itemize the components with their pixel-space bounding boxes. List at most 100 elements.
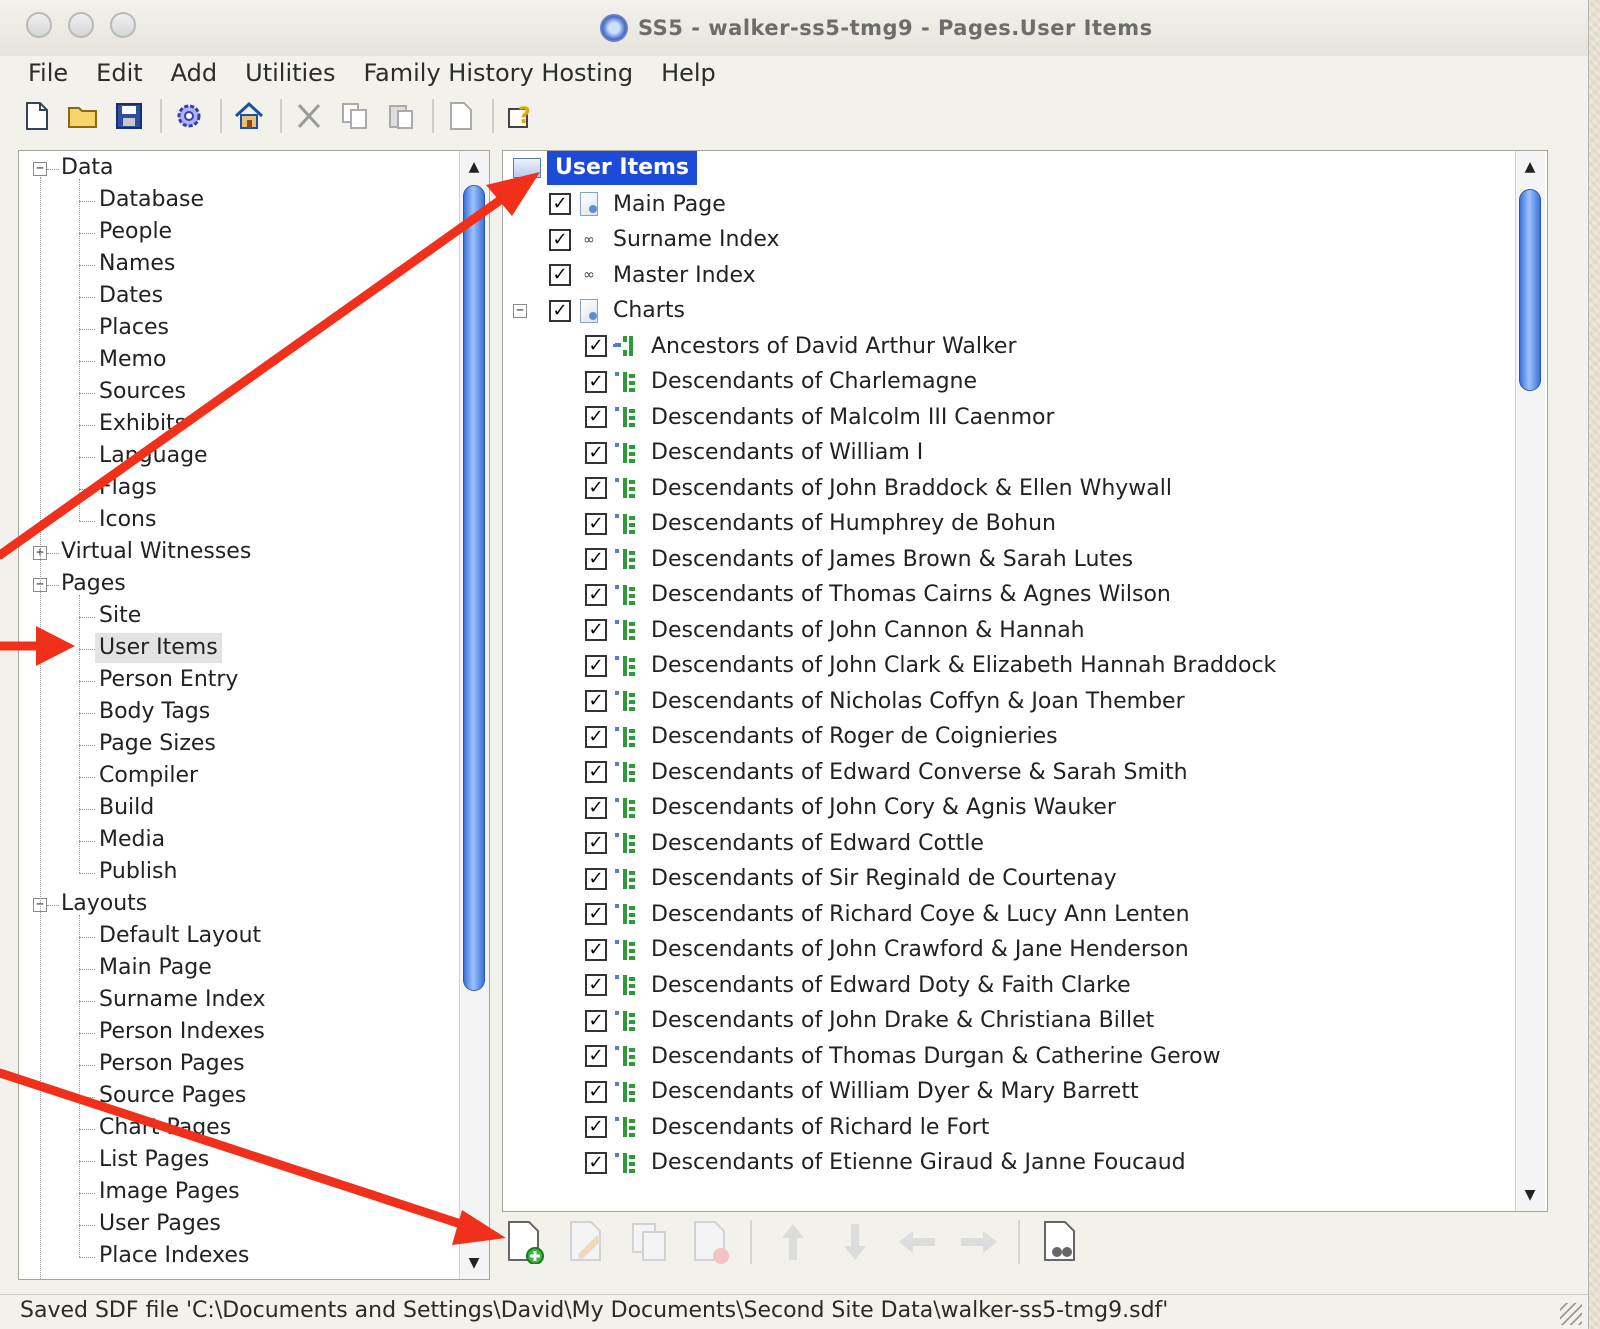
tree-item[interactable]: Memo <box>99 345 166 375</box>
paste-icon[interactable] <box>384 99 418 133</box>
user-item-row[interactable]: ✓ Main Page <box>549 187 726 221</box>
checkbox[interactable]: ✓ <box>585 512 607 535</box>
scroll-thumb[interactable] <box>1519 189 1541 391</box>
chart-item-row[interactable]: ✓ Descendants of Edward Converse & Sarah … <box>585 755 1188 789</box>
checkbox[interactable]: ✓ <box>585 441 607 464</box>
chart-item-row[interactable]: ✓ Descendants of John Drake & Christiana … <box>585 1004 1154 1038</box>
tree-item[interactable]: Compiler <box>99 761 198 791</box>
menu-help[interactable]: Help <box>661 59 716 87</box>
chart-item-row[interactable]: ✓ Descendants of Charlemagne <box>585 365 977 399</box>
move-left-icon[interactable] <box>894 1217 940 1267</box>
checkbox[interactable]: ✓ <box>585 370 607 393</box>
blank-page-icon[interactable] <box>444 99 478 133</box>
checkbox[interactable]: ✓ <box>585 761 607 783</box>
tree-item[interactable]: Flags <box>99 473 157 503</box>
zoom-window-button[interactable] <box>110 12 136 38</box>
move-down-icon[interactable] <box>832 1217 878 1267</box>
chart-item-row[interactable]: ✓ Descendants of Edward Doty & Faith Clar… <box>585 968 1131 1002</box>
user-items-root[interactable]: User Items <box>513 151 698 185</box>
tree-item[interactable]: Names <box>99 249 175 279</box>
collapse-icon[interactable]: − <box>513 303 527 318</box>
tree-item[interactable]: Publish <box>99 857 177 887</box>
tree-item[interactable]: Body Tags <box>99 697 210 727</box>
collapse-icon[interactable]: − <box>33 162 47 176</box>
menu-edit[interactable]: Edit <box>96 59 142 87</box>
chart-item-row[interactable]: ✓ Descendants of Nicholas Coffyn & Joan T… <box>585 684 1185 718</box>
tree-item[interactable]: Dates <box>99 281 163 311</box>
tree-item[interactable]: Person Entry <box>99 665 238 695</box>
left-navigation-tree[interactable]: − Data Database People Names Dates Places Memo S… <box>18 150 490 1280</box>
checkbox[interactable]: ✓ <box>549 228 571 251</box>
tree-item[interactable]: Sources <box>99 377 186 407</box>
chart-item-row[interactable]: ✓ Descendants of John Clark & Elizabeth H… <box>585 649 1276 683</box>
cut-icon[interactable] <box>292 99 326 133</box>
move-right-icon[interactable] <box>956 1217 1002 1267</box>
find-icon[interactable] <box>1038 1217 1084 1267</box>
save-icon[interactable] <box>112 99 146 133</box>
checkbox[interactable]: ✓ <box>585 1151 607 1174</box>
checkbox[interactable]: ✓ <box>549 193 571 215</box>
checkbox[interactable]: ✓ <box>585 654 607 677</box>
chart-item-row[interactable]: ✓ Descendants of Malcolm III Caenmor <box>585 400 1055 434</box>
left-scrollbar[interactable]: ▲ ▼ <box>459 151 489 1279</box>
tree-item[interactable]: Default Layout <box>99 921 261 951</box>
copy-icon[interactable] <box>338 99 372 133</box>
resize-grip-icon[interactable] <box>1560 1303 1582 1325</box>
user-item-row[interactable]: ✓ ∞ Surname Index <box>549 223 780 257</box>
tree-item[interactable]: Page Sizes <box>99 729 216 759</box>
checkbox[interactable]: ✓ <box>549 299 571 322</box>
tree-item[interactable]: Main Page <box>99 953 212 983</box>
tree-node-layouts[interactable]: Layouts <box>61 889 147 919</box>
checkbox[interactable]: ✓ <box>549 264 571 286</box>
checkbox[interactable]: ✓ <box>585 1045 607 1067</box>
checkbox[interactable]: ✓ <box>585 335 607 357</box>
chart-item-row[interactable]: ✓ Descendants of Thomas Cairns & Agnes Wi… <box>585 578 1171 612</box>
tree-node-virtual-witnesses[interactable]: Virtual Witnesses <box>61 537 251 567</box>
tree-item[interactable]: Places <box>99 313 169 343</box>
tree-item[interactable]: List Pages <box>99 1145 209 1175</box>
tree-item[interactable]: Image Pages <box>99 1177 240 1207</box>
chart-item-row[interactable]: ✓ Descendants of Edward Cottle <box>585 826 984 860</box>
tree-item[interactable]: Person Pages <box>99 1049 245 1079</box>
checkbox[interactable]: ✓ <box>585 619 607 641</box>
checkbox[interactable]: ✓ <box>585 938 607 961</box>
menu-file[interactable]: File <box>28 59 68 87</box>
chart-item-row[interactable]: ✓ Descendants of William I <box>585 436 923 470</box>
scroll-down-arrow-icon[interactable]: ▼ <box>464 1253 484 1273</box>
move-up-icon[interactable] <box>770 1217 816 1267</box>
chart-item-row[interactable]: ✓ Descendants of John Crawford & Jane Hen… <box>585 933 1189 967</box>
new-file-icon[interactable] <box>20 99 54 133</box>
copy-item-icon[interactable] <box>626 1217 672 1267</box>
tree-node-data[interactable]: Data <box>61 153 114 183</box>
checkbox[interactable]: ✓ <box>585 477 607 499</box>
chart-item-row[interactable]: ✓ Descendants of John Cannon & Hannah <box>585 613 1085 647</box>
checkbox[interactable]: ✓ <box>585 583 607 606</box>
minimize-window-button[interactable] <box>68 12 94 38</box>
checkbox[interactable]: ✓ <box>585 1116 607 1138</box>
tree-item[interactable]: People <box>99 217 172 247</box>
menu-family-history-hosting[interactable]: Family History Hosting <box>363 59 633 87</box>
tree-item[interactable]: Language <box>99 441 208 471</box>
chart-item-row[interactable]: ✓ Descendants of Humphrey de Bohun <box>585 507 1056 541</box>
chart-item-row[interactable]: ✓ Descendants of Richard le Fort <box>585 1110 989 1144</box>
scroll-down-arrow-icon[interactable]: ▼ <box>1520 1185 1540 1205</box>
checkbox[interactable]: ✓ <box>585 725 607 748</box>
tree-item[interactable]: Source Pages <box>99 1081 246 1111</box>
close-window-button[interactable] <box>26 12 52 38</box>
scroll-up-arrow-icon[interactable]: ▲ <box>464 157 484 177</box>
checkbox[interactable]: ✓ <box>585 796 607 819</box>
menu-add[interactable]: Add <box>171 59 217 87</box>
tree-item[interactable]: Build <box>99 793 154 823</box>
chart-item-row[interactable]: ✓ Descendants of William Dyer & Mary Barr… <box>585 1075 1139 1109</box>
right-scrollbar[interactable]: ▲ ▼ <box>1515 151 1545 1211</box>
tree-item[interactable]: Database <box>99 185 204 215</box>
chart-item-row[interactable]: ✓ Descendants of John Cory & Agnis Wauker <box>585 791 1116 825</box>
tree-item[interactable]: Media <box>99 825 165 855</box>
add-item-icon[interactable] <box>502 1217 548 1267</box>
checkbox[interactable]: ✓ <box>585 974 607 996</box>
help-icon[interactable]: ? <box>504 99 538 133</box>
chart-item-row[interactable]: ✓ Descendants of Thomas Durgan & Catherin… <box>585 1039 1221 1073</box>
tree-item[interactable]: User Items <box>95 633 222 663</box>
charts-folder-row[interactable]: ✓ Charts <box>549 294 685 328</box>
scroll-up-arrow-icon[interactable]: ▲ <box>1520 157 1540 177</box>
